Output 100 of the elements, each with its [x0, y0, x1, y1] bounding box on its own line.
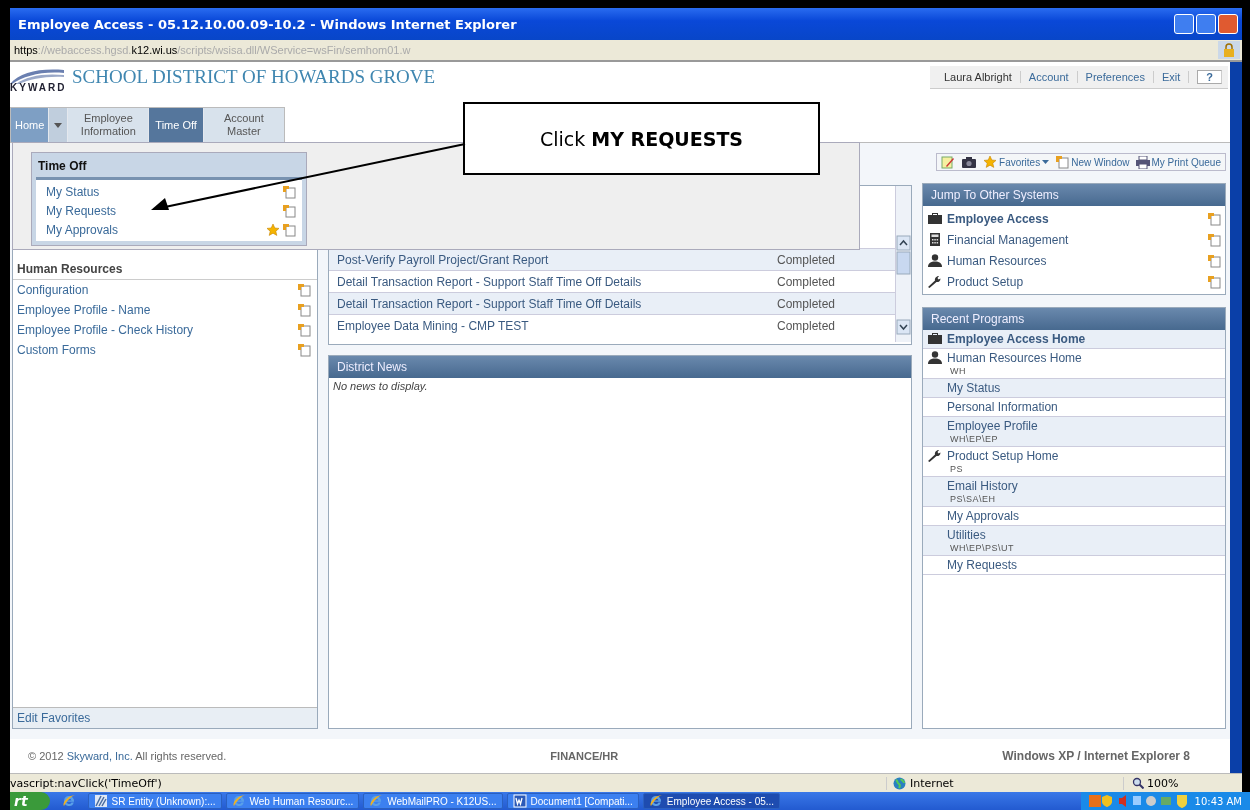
browser-icon [648, 794, 663, 808]
printer-icon[interactable] [1135, 155, 1150, 169]
recent-program-link[interactable]: Personal Information [947, 400, 1058, 414]
system-link[interactable]: Employee Access [947, 211, 1203, 226]
print-queue-link[interactable]: My Print Queue [1151, 156, 1221, 168]
star-icon[interactable] [266, 222, 280, 237]
document-icon [512, 794, 527, 808]
report-name[interactable]: Detail Transaction Report - Support Staff Time Off Details [337, 296, 777, 311]
scrollbar[interactable] [895, 186, 911, 342]
report-status: Completed [777, 252, 837, 267]
start-button[interactable]: rt [10, 792, 50, 810]
taskbar-button[interactable]: Web Human Resourc... [225, 793, 360, 809]
page-icon[interactable] [297, 323, 311, 337]
browser-icon [369, 794, 384, 808]
maximize-button[interactable] [1196, 14, 1216, 34]
recent-program-link[interactable]: Utilities [947, 528, 1014, 542]
recent-program-link[interactable]: My Requests [947, 558, 1018, 572]
page-icon[interactable] [1055, 155, 1070, 169]
panel-header: Jump To Other Systems [923, 184, 1225, 206]
caret-icon[interactable] [1042, 160, 1050, 164]
browser-icon [231, 794, 246, 808]
report-name[interactable]: Detail Transaction Report - Support Staff Time Off Details [337, 274, 777, 289]
program-code: WH\EP\PS\UT [950, 543, 1014, 553]
taskbar-button[interactable]: Employee Access - 05... [642, 793, 781, 809]
report-status: Completed [777, 274, 837, 289]
page-icon[interactable] [297, 343, 311, 357]
program-code: PS [950, 464, 964, 474]
recent-program-link[interactable]: Employee Profile [947, 419, 1038, 433]
notepad-icon[interactable] [941, 155, 956, 169]
camera-icon[interactable] [961, 155, 978, 169]
recent-program-link[interactable]: My Approvals [947, 509, 1020, 523]
page-icon[interactable] [1207, 232, 1221, 247]
page-icon[interactable] [1207, 274, 1221, 289]
star-icon[interactable] [983, 155, 998, 169]
callout-text: Click MY REQUESTS [539, 127, 744, 150]
person-icon [927, 254, 943, 267]
system-link[interactable]: Human Resources [947, 253, 1203, 268]
menu-item[interactable]: My Status [46, 184, 100, 199]
page-icon[interactable] [282, 222, 296, 237]
nav-tab[interactable]: Time Off [149, 108, 203, 142]
menu-item[interactable]: My Approvals [46, 222, 119, 237]
caret-icon[interactable] [54, 122, 63, 128]
window-title: Employee Access - 05.12.10.00.09-10.2 - Windows Internet Explorer [18, 16, 518, 32]
report-name[interactable]: Post-Verify Payroll Project/Grant Report [337, 252, 777, 267]
nav-tab[interactable]: Employee Information [68, 108, 149, 142]
new-window-link[interactable]: New Window [1071, 156, 1130, 168]
empty-message: No news to display. [332, 379, 429, 394]
favorite-link[interactable]: Configuration [17, 283, 89, 297]
report-status: Completed [777, 318, 837, 333]
zoom-icon [1132, 777, 1144, 789]
help-button[interactable]: ? [1197, 70, 1222, 84]
page-icon[interactable] [1207, 253, 1221, 268]
page-icon[interactable] [282, 203, 296, 218]
favorites-menu[interactable]: Favorites [999, 156, 1041, 168]
recent-program-link[interactable]: Human Resources Home [947, 351, 1082, 365]
favorite-link[interactable]: Custom Forms [17, 343, 96, 357]
program-code: WH [950, 366, 967, 376]
briefcase-icon [927, 212, 943, 225]
edit-favorites-link[interactable]: Edit Favorites [13, 707, 317, 728]
report-name[interactable]: Employee Data Mining - CMP TEST [337, 318, 777, 333]
header-link[interactable]: Exit [1153, 71, 1190, 83]
recent-program-link[interactable]: Product Setup Home [947, 449, 1059, 463]
copyright-text: © 2012 Skyward, Inc. All rights reserved. [28, 750, 227, 762]
wrench-icon [927, 449, 943, 462]
system-link[interactable]: Financial Management [947, 232, 1203, 247]
program-code: WH\EP\EP [950, 434, 999, 444]
nav-tab[interactable]: Account Master [203, 108, 284, 142]
platform-label: Windows XP / Internet Explorer 8 [1002, 749, 1190, 763]
menu-item[interactable]: My Requests [46, 203, 117, 218]
page-icon[interactable] [282, 184, 296, 199]
page-icon[interactable] [297, 283, 311, 297]
menu-title: Time Off [38, 159, 87, 173]
system-link[interactable]: Product Setup [947, 274, 1203, 289]
swoosh-icon [10, 68, 64, 84]
page-icon[interactable] [297, 303, 311, 317]
minimize-button[interactable] [1174, 14, 1194, 34]
company-link[interactable]: Skyward, Inc. [66, 750, 133, 762]
app-icon [93, 794, 108, 808]
report-status: Completed [777, 296, 837, 311]
browser-icon [61, 794, 76, 808]
program-code: PS\SA\EH [950, 494, 997, 504]
calculator-icon [927, 233, 943, 246]
favorite-link[interactable]: Employee Profile - Name [17, 303, 151, 317]
taskbar-button[interactable]: SR Entity (Unknown):... [87, 793, 222, 809]
globe-icon [893, 776, 906, 790]
favorites-group: Human Resources [13, 259, 317, 280]
recent-program-link[interactable]: My Status [947, 381, 1001, 395]
header-link[interactable]: Account [1020, 71, 1078, 83]
zoom-level[interactable]: 100% [1147, 776, 1179, 790]
close-button[interactable] [1218, 14, 1238, 34]
taskbar-button[interactable]: Document1 [Compati... [506, 793, 639, 809]
favorite-link[interactable]: Employee Profile - Check History [17, 323, 194, 337]
page-icon[interactable] [1207, 211, 1221, 226]
taskbar-button[interactable]: WebMailPRO - K12US... [363, 793, 503, 809]
person-icon [927, 351, 943, 364]
panel-header: District News [329, 356, 911, 378]
header-link[interactable]: Preferences [1077, 71, 1154, 83]
recent-program-link[interactable]: Email History [947, 479, 1018, 493]
tray-icons-drawing[interactable] [1088, 794, 1189, 808]
briefcase-icon [927, 332, 943, 345]
